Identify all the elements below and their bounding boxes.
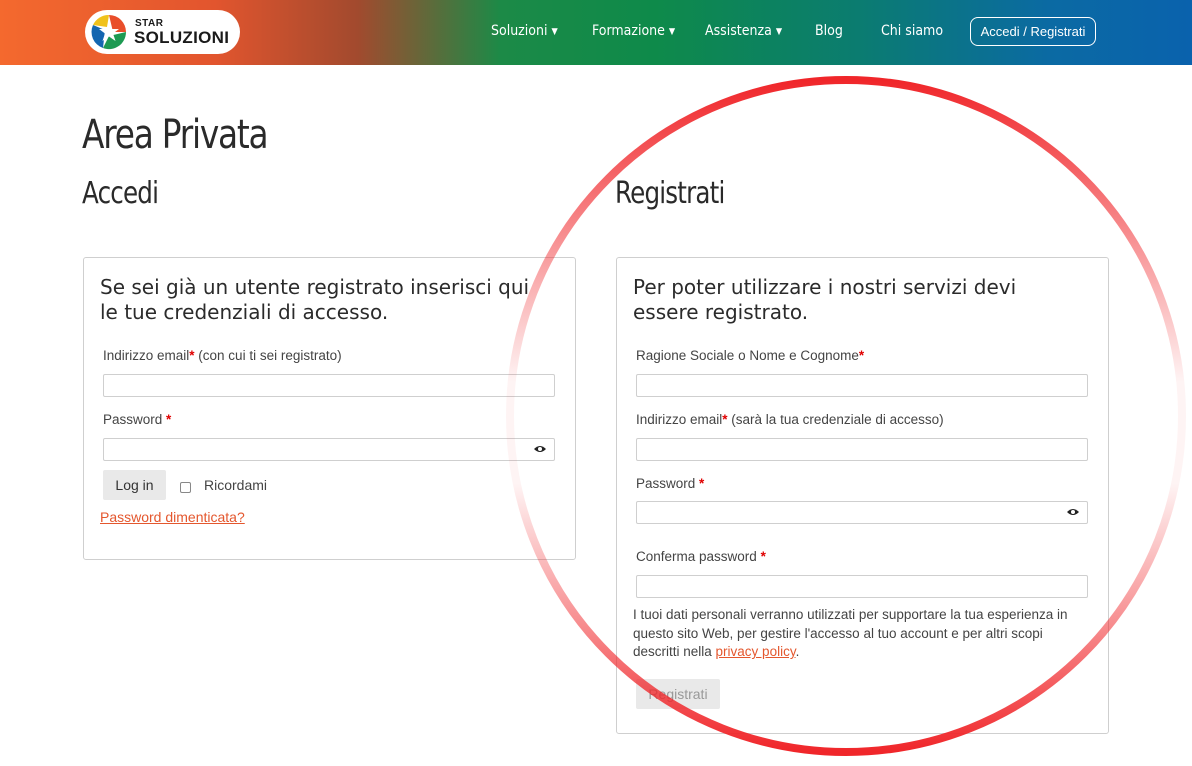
remember-label: Ricordami [204,477,268,493]
login-intro: Se sei già un utente registrato inserisc… [100,275,530,324]
login-password-field[interactable] [103,438,555,461]
nav-formazione[interactable]: Formazione ▼ [592,23,675,39]
logo-text-big: SOLUZIONI [134,28,230,47]
privacy-end: . [795,644,800,659]
label-hint: (sarà la tua credenziale di accesso) [727,412,944,427]
label-text: Ragione Sociale o Nome e Cognome [636,348,859,363]
eye-icon[interactable] [533,443,547,455]
privacy-policy-link[interactable]: privacy policy [716,644,796,659]
register-email-field[interactable] [636,438,1088,461]
nav-label: Blog [815,23,843,39]
label-text: Conferma password [636,549,761,564]
login-email-label: Indirizzo email* (con cui ti sei registr… [103,348,342,363]
label-text: Indirizzo email [103,348,190,363]
login-register-button[interactable]: Accedi / Registrati [970,17,1096,46]
nav-chi-siamo[interactable]: Chi siamo [881,23,943,39]
required-mark: * [858,348,865,363]
register-password-label: Password * [636,476,704,491]
caret-down-icon: ▼ [668,27,676,37]
required-mark: * [166,412,172,427]
logo-star-icon [91,14,127,50]
register-intro: Per poter utilizzare i nostri servizi de… [633,275,1017,324]
register-name-label: Ragione Sociale o Nome e Cognome* [636,348,864,363]
login-heading: Accedi [82,176,159,211]
label-text: Password [103,412,167,427]
site-header: STAR SOLUZIONI Soluzioni ▼ Formazione ▼ As… [0,0,1192,65]
caret-down-icon: ▼ [775,27,783,37]
label-hint: (con cui ti sei registrato) [194,348,342,363]
nav-label: Soluzioni [491,23,548,39]
label-text: Indirizzo email [636,412,723,427]
forgot-password-link[interactable]: Password dimenticata? [100,509,245,525]
required-mark: * [760,549,766,564]
register-confirm-label: Conferma password * [636,549,766,564]
nav-label: Formazione [592,23,665,39]
register-button[interactable]: Registrati [636,679,720,709]
privacy-text: I tuoi dati personali verranno utilizzat… [633,607,1068,659]
nav-soluzioni[interactable]: Soluzioni ▼ [491,23,558,39]
register-email-label: Indirizzo email* (sarà la tua credenzial… [636,412,944,427]
site-logo[interactable]: STAR SOLUZIONI [85,10,240,54]
register-card [616,257,1109,734]
page-title: Area Privata [82,112,269,158]
nav-assistenza[interactable]: Assistenza ▼ [705,23,782,39]
privacy-notice: I tuoi dati personali verranno utilizzat… [633,606,1093,662]
register-password-field[interactable] [636,501,1088,524]
register-heading: Registrati [615,176,725,211]
nav-blog[interactable]: Blog [815,23,843,39]
remember-checkbox[interactable] [180,482,191,493]
register-name-field[interactable] [636,374,1088,397]
nav-label: Assistenza [705,23,772,39]
login-email-field[interactable] [103,374,555,397]
register-confirm-field[interactable] [636,575,1088,598]
required-mark: * [699,476,705,491]
nav-label: Chi siamo [881,23,944,39]
login-button[interactable]: Log in [103,470,166,500]
label-text: Password [636,476,700,491]
caret-down-icon: ▼ [551,27,558,37]
eye-icon[interactable] [1066,506,1080,518]
login-password-label: Password * [103,412,171,427]
